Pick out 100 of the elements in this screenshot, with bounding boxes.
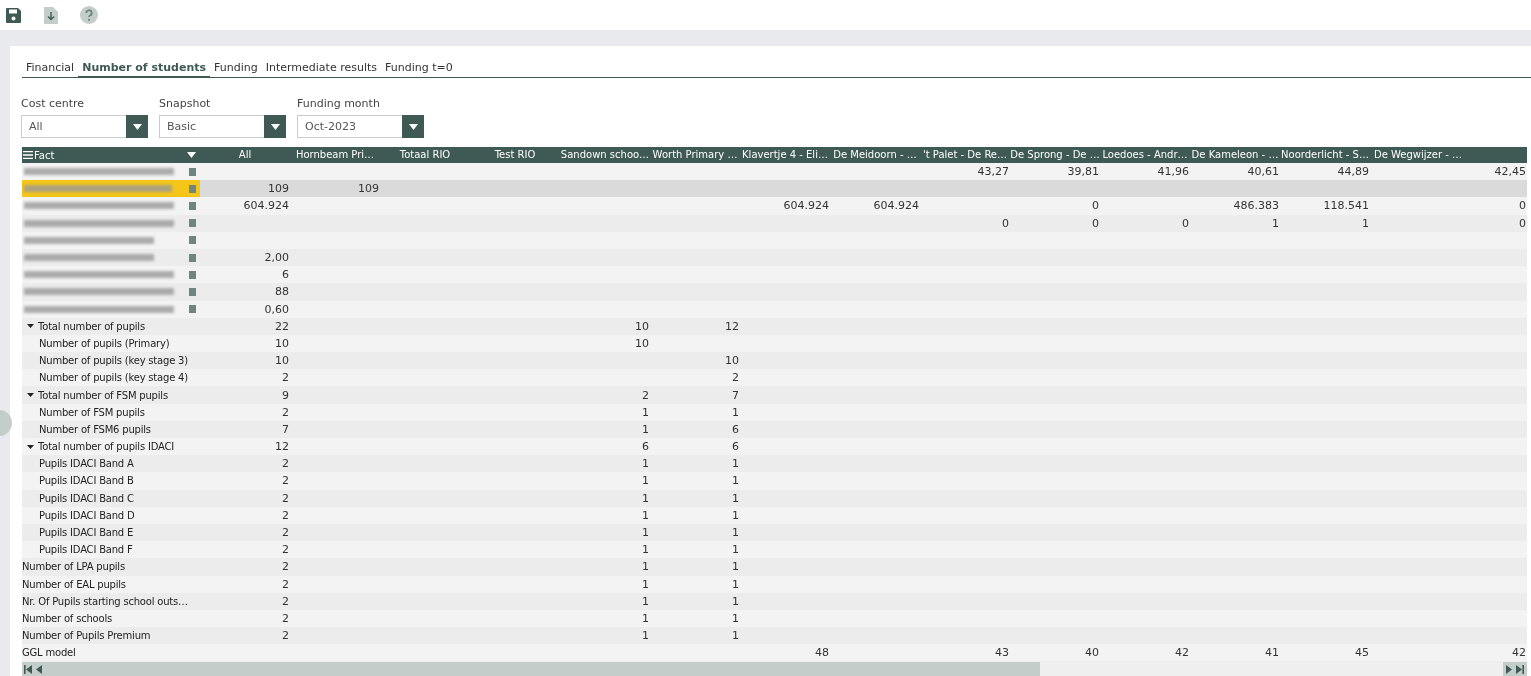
table-cell: 0	[1182, 215, 1189, 231]
table-cell: 0,60	[264, 301, 289, 317]
dropdown-button[interactable]	[264, 115, 286, 138]
table-cell: 42,45	[1494, 164, 1526, 180]
tab[interactable]: Number of students	[78, 61, 211, 78]
filter-label: Snapshot	[159, 97, 212, 110]
filter-dropdown[interactable]: Oct-2023	[297, 115, 424, 138]
table-cell: 2	[282, 404, 289, 420]
table-cell: 2	[282, 593, 289, 609]
caret-icon	[408, 123, 418, 130]
caret-icon[interactable]	[27, 443, 34, 450]
row-label: Pupils IDACI Band B	[39, 474, 134, 489]
row-label: Number of pupils (Primary)	[39, 336, 170, 351]
menu-icon[interactable]	[23, 151, 33, 159]
scrollbar-thumb[interactable]	[22, 661, 1040, 676]
table-cell: 604.924	[243, 198, 289, 214]
table-cell: 2	[282, 610, 289, 626]
column-header[interactable]: De Meidoorn - …	[830, 147, 920, 163]
table-cell: 109	[358, 181, 379, 197]
table-cell: 10	[275, 335, 289, 351]
column-header[interactable]: Worth Primary …	[650, 147, 740, 163]
dropdown-button[interactable]	[402, 115, 424, 138]
table-cell: 6	[282, 267, 289, 283]
table-cell: 1	[732, 593, 739, 609]
column-header[interactable]: De Kameleon - …	[1190, 147, 1280, 163]
row-label: Number of Pupils Premium	[22, 629, 151, 644]
table-cell: 41,96	[1157, 164, 1189, 180]
table-cell: 2	[282, 525, 289, 541]
filter-dropdown[interactable]: All	[21, 115, 148, 138]
tab[interactable]: Funding t=0	[381, 61, 457, 78]
dropdown-value: Basic	[167, 120, 197, 133]
column-header[interactable]: All	[200, 147, 290, 163]
table-cell: 2	[282, 456, 289, 472]
table-cell: 0	[1002, 215, 1009, 231]
download-icon[interactable]	[41, 5, 61, 25]
filter-dropdown[interactable]: Basic	[159, 115, 286, 138]
next-page-icon[interactable]	[1506, 664, 1512, 674]
caret-icon[interactable]	[27, 323, 34, 330]
column-header[interactable]: Totaal RIO	[380, 147, 470, 163]
column-header[interactable]: Sandown schoo…	[560, 147, 650, 163]
column-header[interactable]: 't Palet - De Re…	[920, 147, 1010, 163]
table-cell: 41	[1265, 645, 1279, 661]
help-icon[interactable]	[79, 5, 99, 25]
table-cell: 0	[1092, 198, 1099, 214]
table-cell: 1	[1272, 215, 1279, 231]
table-cell: 12	[725, 318, 739, 334]
tab[interactable]: Intermediate results	[261, 61, 382, 78]
table-cell: 1	[732, 525, 739, 541]
caret-icon	[132, 123, 142, 130]
table-cell: 7	[732, 387, 739, 403]
row-label: Number of schools	[22, 611, 113, 626]
table-cell: 1	[642, 507, 649, 523]
table-cell: 48	[815, 645, 829, 661]
table-cell: 42	[1175, 645, 1189, 661]
last-page-icon[interactable]	[1516, 664, 1524, 674]
table-cell: 12	[275, 439, 289, 455]
table-cell: 2	[642, 387, 649, 403]
table-cell: 1	[642, 628, 649, 644]
table-cell: 0	[1092, 215, 1099, 231]
caret-icon	[270, 123, 280, 130]
table-cell: 1	[642, 610, 649, 626]
table-cell: 1	[732, 559, 739, 575]
column-header[interactable]: Klavertje 4 - Eli…	[740, 147, 830, 163]
row-label[interactable]: Total number of pupils	[38, 318, 145, 334]
table-cell: 39,81	[1067, 164, 1099, 180]
table-cell: 6	[642, 439, 649, 455]
column-header[interactable]: Fact	[23, 149, 55, 161]
dropdown-button[interactable]	[126, 115, 148, 138]
column-header[interactable]: De Sprong - De …	[1010, 147, 1100, 163]
table-cell: 1	[642, 593, 649, 609]
table-cell: 22	[275, 318, 289, 334]
caret-icon[interactable]	[27, 392, 34, 399]
dropdown-value: All	[29, 120, 43, 133]
column-header[interactable]: Test RIO	[470, 147, 560, 163]
table-cell: 43,27	[977, 164, 1009, 180]
table-cell: 1	[732, 507, 739, 523]
save-icon[interactable]	[3, 5, 23, 25]
table-cell: 2	[282, 559, 289, 575]
row-label: Pupils IDACI Band C	[39, 491, 134, 506]
column-header[interactable]: Hornbeam Pri…	[290, 147, 380, 163]
table-cell: 1	[732, 404, 739, 420]
previous-page-icon[interactable]	[36, 664, 42, 674]
first-page-icon[interactable]	[24, 664, 32, 674]
table-cell: 1	[642, 525, 649, 541]
table-cell: 1	[642, 404, 649, 420]
table-cell: 604.924	[873, 198, 919, 214]
table-cell: 2	[282, 507, 289, 523]
table-cell: 6	[732, 439, 739, 455]
table-cell: 1	[732, 610, 739, 626]
table-cell: 1	[642, 490, 649, 506]
table-cell: 2	[282, 490, 289, 506]
row-label[interactable]: Total number of FSM pupils	[38, 387, 168, 403]
column-header[interactable]: De Wegwijzer - …	[1370, 147, 1527, 163]
tab[interactable]: Funding	[210, 61, 262, 78]
row-label[interactable]: Total number of pupils IDACI	[38, 439, 174, 455]
row-label: GGL model	[22, 646, 76, 661]
column-header[interactable]: Noorderlicht - S…	[1280, 147, 1370, 163]
table-cell: 2	[282, 542, 289, 558]
tab[interactable]: Financial	[22, 61, 79, 78]
column-header[interactable]: Loedoes - Andr…	[1100, 147, 1190, 163]
